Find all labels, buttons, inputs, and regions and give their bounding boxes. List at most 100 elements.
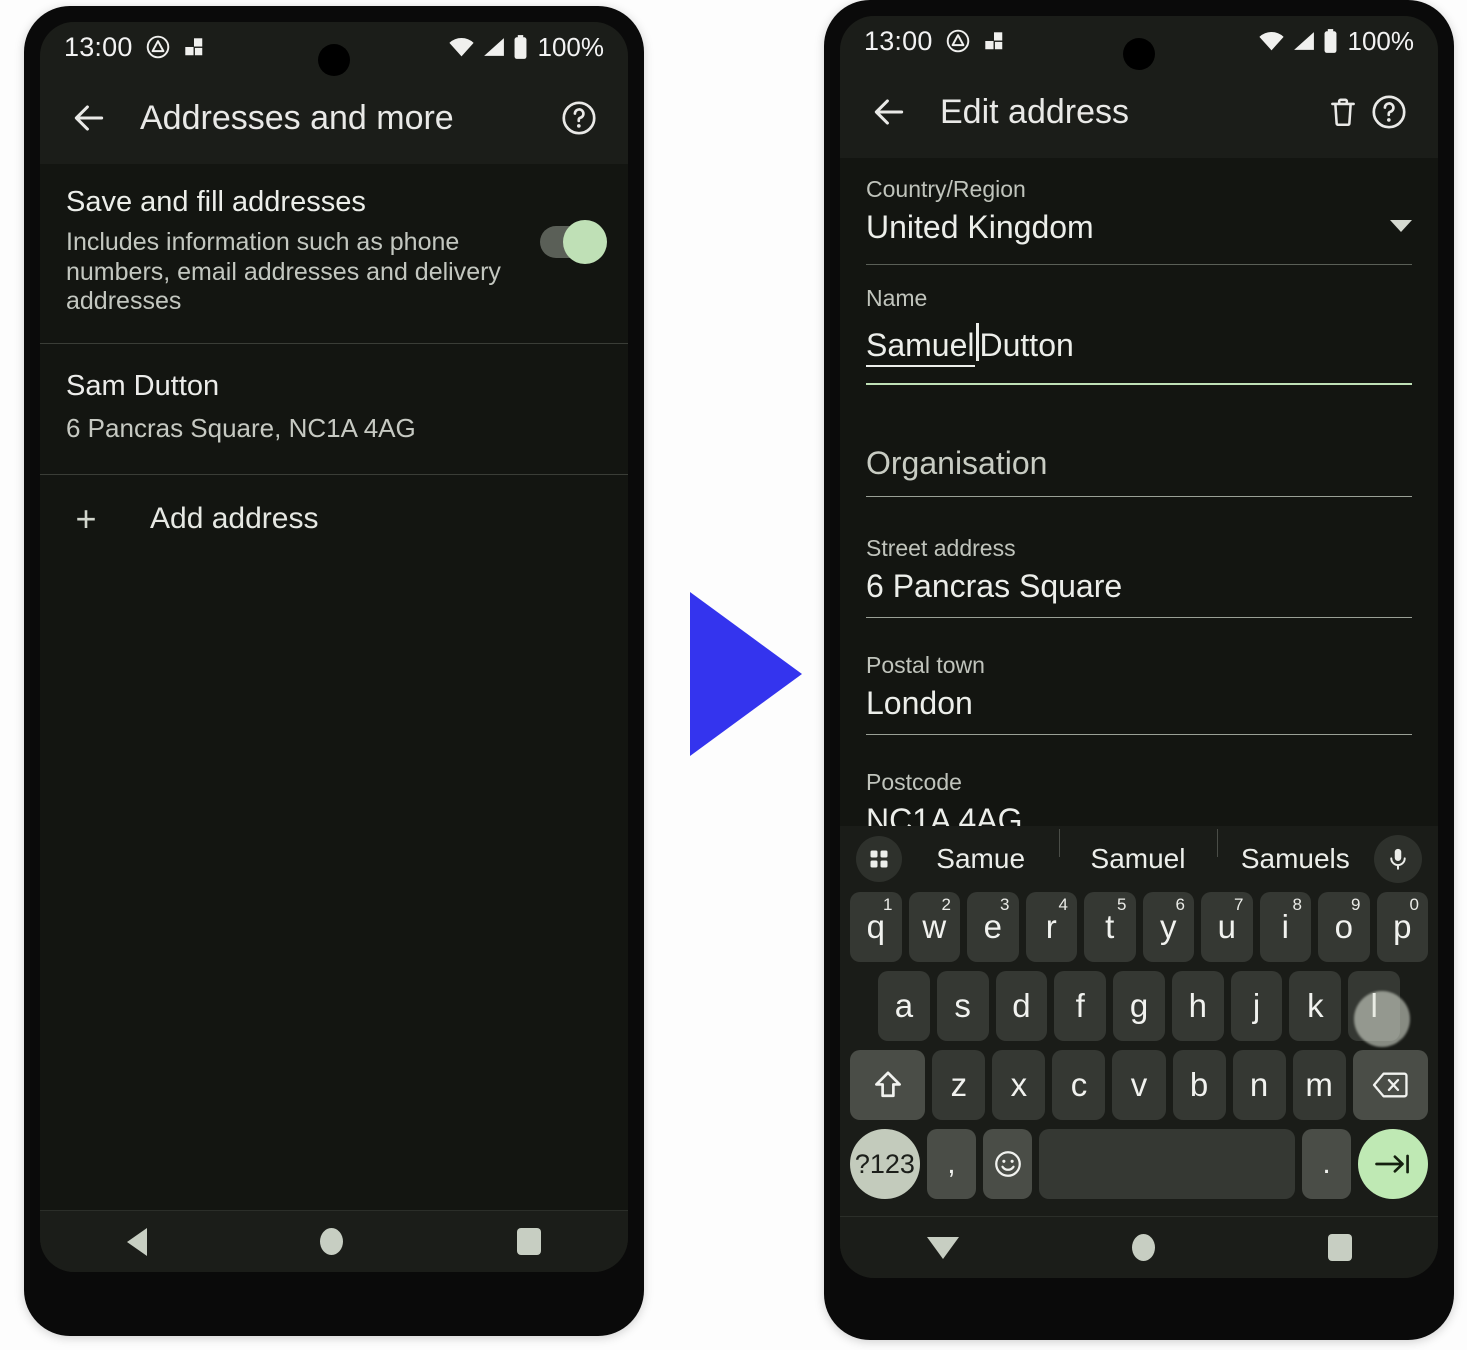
key-d[interactable]: d [995, 971, 1048, 1041]
key-a[interactable]: a [877, 971, 930, 1041]
suggestion-item[interactable]: Samuels [1216, 829, 1374, 875]
key-hint: 5 [1117, 895, 1127, 914]
help-icon[interactable] [556, 95, 602, 141]
field-country-value: United Kingdom [866, 209, 1094, 245]
key-hint: 8 [1292, 895, 1302, 914]
symbols-key[interactable]: ?123 [850, 1129, 920, 1199]
key-t[interactable]: 5t [1084, 892, 1136, 962]
setting-title: Save and fill addresses [66, 186, 366, 218]
save-fill-setting-row[interactable]: Save and fill addresses Includes informa… [40, 164, 628, 343]
battery-icon [512, 34, 529, 60]
field-name[interactable]: Name Samuel Dutton [866, 265, 1412, 385]
key-o[interactable]: 9o [1318, 892, 1370, 962]
on-screen-keyboard: Samue Samuel Samuels 1q 2w 3e 4r 5t 6 y … [840, 826, 1438, 1216]
setting-text: Save and fill addresses Includes informa… [66, 186, 540, 317]
back-arrow-icon[interactable] [66, 95, 112, 141]
touch-ripple [1354, 991, 1411, 1047]
key-y[interactable]: 6y [1142, 892, 1194, 962]
saved-address-item[interactable]: Sam Dutton 6 Pancras Square, NC1A 4AG [40, 344, 628, 474]
camera-punch-hole [318, 44, 350, 76]
key-q[interactable]: 1q [850, 892, 902, 962]
key-v[interactable]: v [1112, 1050, 1166, 1120]
comma-key[interactable]: , [926, 1129, 977, 1199]
field-postal-town[interactable]: Postal town London [866, 618, 1412, 735]
chevron-down-icon[interactable] [1390, 220, 1412, 232]
microphone-icon[interactable] [1374, 835, 1422, 883]
field-postcode-label: Postcode [866, 769, 962, 795]
key-g[interactable]: g [1113, 971, 1165, 1041]
key-label: y [1160, 908, 1177, 945]
key-hint: 2 [941, 895, 951, 914]
edit-address-form: Country/Region United Kingdom Name Samue… [840, 158, 1438, 852]
keyboard-row-3: z x c v b n m [846, 1050, 1432, 1120]
field-street-address[interactable]: Street address 6 Pancras Square [866, 497, 1412, 618]
field-country[interactable]: Country/Region United Kingdom [866, 158, 1412, 265]
toggle-knob [563, 220, 607, 264]
nav-recents-square-icon[interactable] [517, 1228, 542, 1255]
key-s[interactable]: s [936, 971, 989, 1041]
key-u[interactable]: 7u [1201, 892, 1253, 962]
key-hint: 7 [1234, 895, 1244, 914]
nav-home-circle-icon-2[interactable] [1131, 1234, 1155, 1261]
suggestion-item[interactable]: Samue [902, 843, 1059, 875]
plus-icon: + [75, 497, 97, 539]
app-square-icon [183, 36, 205, 58]
trash-icon[interactable] [1320, 89, 1366, 135]
key-j[interactable]: j [1230, 971, 1283, 1041]
key-p[interactable]: 0p [1376, 892, 1428, 962]
key-label: r [1045, 908, 1057, 945]
key-hint: 3 [1000, 895, 1010, 914]
period-key[interactable]: . [1301, 1129, 1352, 1199]
suggestion-item[interactable]: Samuel [1059, 829, 1216, 875]
key-i[interactable]: 8i [1259, 892, 1311, 962]
triangle-circle-icon [145, 34, 171, 60]
key-x[interactable]: x [992, 1050, 1046, 1120]
emoji-icon[interactable] [983, 1129, 1033, 1199]
key-z[interactable]: z [932, 1050, 986, 1120]
key-m[interactable]: m [1292, 1050, 1346, 1120]
text-cursor [975, 323, 979, 361]
nav-home-circle-icon[interactable] [320, 1228, 344, 1255]
key-e[interactable]: 3e [967, 892, 1019, 962]
key-r[interactable]: 4r [1025, 892, 1077, 962]
tab-next-icon[interactable] [1358, 1129, 1429, 1199]
screenshot-stage: 13:00 100% Addresses and more Save and f… [0, 0, 1467, 1350]
field-name-value-row: Samuel Dutton [866, 318, 1412, 385]
save-addresses-toggle[interactable] [540, 220, 607, 264]
phone-right: 13:00 100% Edit address Country/Region U… [824, 0, 1454, 1340]
field-street-value: 6 Pancras Square [866, 568, 1412, 618]
key-h[interactable]: h [1171, 971, 1224, 1041]
screen-left: 13:00 100% Addresses and more Save and f… [40, 22, 628, 1272]
backspace-icon[interactable] [1352, 1050, 1428, 1120]
space-key[interactable] [1039, 1129, 1295, 1199]
phone-left: 13:00 100% Addresses and more Save and f… [24, 6, 644, 1336]
key-l[interactable]: l [1348, 971, 1411, 1047]
shift-icon[interactable] [850, 1050, 926, 1120]
field-organisation[interactable]: Organisation [866, 385, 1412, 497]
nav-recents-square-icon-2[interactable] [1327, 1234, 1352, 1261]
key-hint: 9 [1351, 895, 1361, 914]
key-b[interactable]: b [1172, 1050, 1226, 1120]
suggestion-strip: Samue Samuel Samuels [846, 826, 1432, 892]
wifi-icon [448, 36, 475, 58]
status-bar-left-group: 13:00 [64, 32, 205, 63]
grid-icon[interactable] [856, 836, 902, 882]
key-c[interactable]: c [1052, 1050, 1106, 1120]
key-n[interactable]: n [1232, 1050, 1286, 1120]
setting-subtitle: Includes information such as phone numbe… [66, 228, 501, 315]
suggestion-list: Samue Samuel Samuels [902, 829, 1374, 875]
key-k[interactable]: k [1289, 971, 1342, 1041]
signal-icon-2 [1291, 30, 1316, 52]
app-bar-right: Edit address [840, 66, 1438, 158]
key-f[interactable]: f [1054, 971, 1107, 1041]
nav-down-triangle-icon[interactable] [926, 1236, 959, 1259]
help-icon-2[interactable] [1366, 89, 1412, 135]
add-address-button[interactable]: + Add address [40, 475, 628, 563]
status-bar-left-group-2: 13:00 [864, 26, 1005, 57]
nav-back-triangle-icon[interactable] [126, 1227, 147, 1256]
battery-percent-2: 100% [1347, 25, 1415, 56]
camera-punch-hole-2 [1123, 38, 1155, 70]
key-w[interactable]: 2w [908, 892, 960, 962]
back-arrow-icon-2[interactable] [866, 89, 912, 135]
nav-bar-right [840, 1216, 1438, 1278]
